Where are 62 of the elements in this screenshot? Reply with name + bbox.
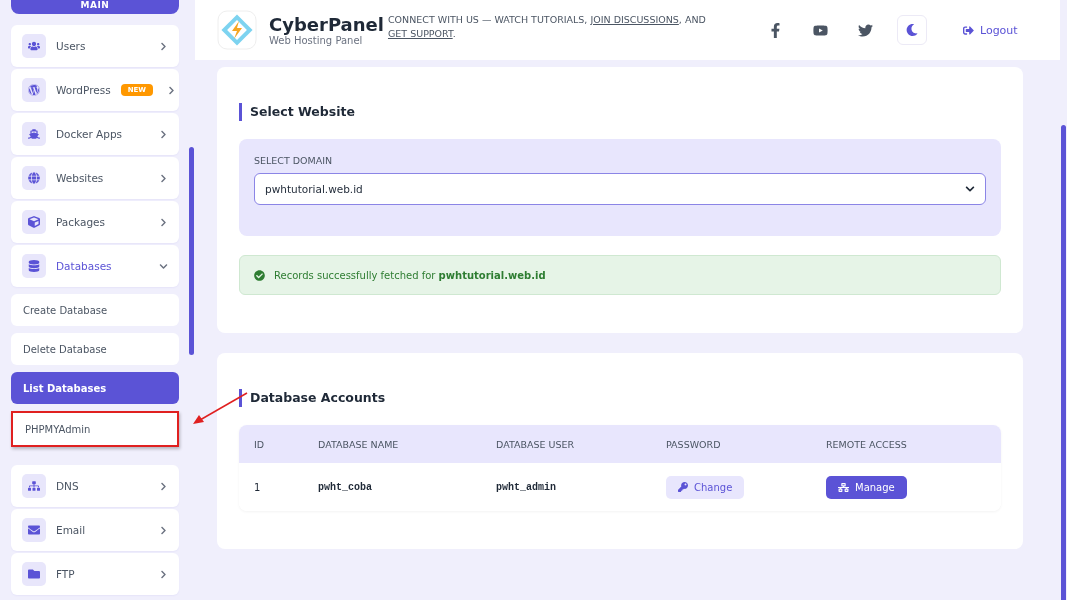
sitemap-icon bbox=[22, 474, 46, 498]
chevron-right-icon bbox=[159, 129, 168, 139]
database-icon bbox=[22, 254, 46, 278]
submenu-item[interactable]: PHPMYAdmin bbox=[11, 411, 179, 447]
submenu-item[interactable]: Create Database bbox=[11, 294, 179, 326]
column-header: REMOTE ACCESS bbox=[826, 438, 908, 450]
sidebar-item[interactable]: Users bbox=[11, 25, 179, 67]
ship-icon bbox=[22, 122, 46, 146]
submenu-item[interactable]: List Databases bbox=[11, 372, 179, 404]
sidebar-item[interactable]: Databases bbox=[11, 245, 179, 287]
annotation-arrow bbox=[190, 390, 250, 426]
column-header: ID bbox=[254, 438, 266, 450]
card-title: Select Website bbox=[239, 103, 1001, 121]
chevron-down-icon bbox=[965, 184, 975, 194]
sidebar-item[interactable]: Docker Apps bbox=[11, 113, 179, 155]
chevron-right-icon bbox=[159, 173, 168, 183]
chevron-right-icon bbox=[159, 217, 168, 227]
envelope-icon bbox=[22, 518, 46, 542]
key-icon bbox=[678, 482, 688, 492]
brand-tagline: Web Hosting Panel bbox=[269, 35, 364, 46]
logo-icon bbox=[217, 10, 257, 50]
header-message: CONNECT WITH US — WATCH TUTORIALS, JOIN DISCUSSIONS, AND GET SUPPORT. bbox=[387, 13, 707, 41]
submenu-item[interactable]: Delete Database bbox=[11, 333, 179, 365]
twitter-icon[interactable] bbox=[857, 22, 873, 38]
column-header: DATABASE USER bbox=[496, 438, 576, 450]
table-cell-text: pwht_admin bbox=[496, 481, 557, 493]
cube-icon bbox=[22, 210, 46, 234]
card-title: Database Accounts bbox=[239, 389, 1001, 407]
column-header: DATABASE NAME bbox=[318, 438, 400, 450]
logout-button[interactable]: Logout bbox=[956, 22, 1024, 38]
moon-icon[interactable] bbox=[896, 15, 927, 45]
chevron-right-icon bbox=[159, 569, 168, 579]
change-button[interactable]: Change bbox=[666, 475, 745, 499]
alert-text: Records successfully fetched for pwhtutorial.web.id bbox=[274, 269, 546, 281]
logout-icon bbox=[962, 24, 974, 36]
chevron-right-icon bbox=[159, 481, 168, 491]
table-cell-text: pwht_coba bbox=[318, 481, 373, 493]
network-icon bbox=[838, 481, 849, 493]
sidebar-item[interactable]: Websites bbox=[11, 157, 179, 199]
folder-icon bbox=[22, 562, 46, 586]
message-link[interactable]: GET SUPPORT bbox=[387, 28, 453, 39]
section-header: MAIN bbox=[11, 0, 179, 14]
message-link[interactable]: JOIN DISCUSSIONS bbox=[590, 14, 679, 25]
domain-select[interactable]: pwhtutorial.web.id bbox=[254, 173, 986, 205]
brand-name: CyberPanel bbox=[269, 14, 384, 35]
sidebar-item[interactable]: Email bbox=[11, 509, 179, 551]
chevron-down-icon bbox=[159, 261, 168, 271]
chevron-right-icon bbox=[167, 85, 176, 95]
wordpress-icon bbox=[22, 78, 46, 102]
sidebar-item[interactable]: FTP bbox=[11, 553, 179, 595]
manage-button[interactable]: Manage bbox=[826, 475, 907, 499]
table-cell-text: 1 bbox=[254, 481, 262, 493]
scrollbar[interactable] bbox=[189, 147, 194, 355]
chevron-right-icon bbox=[159, 525, 168, 535]
users-icon bbox=[22, 34, 46, 58]
sidebar-item[interactable]: Packages bbox=[11, 201, 179, 243]
chevron-right-icon bbox=[159, 41, 168, 51]
globe-icon bbox=[22, 166, 46, 190]
column-header: PASSWORD bbox=[666, 438, 722, 450]
sidebar-item[interactable]: DNS bbox=[11, 465, 179, 507]
scrollbar[interactable] bbox=[1061, 125, 1066, 600]
field-label: SELECT DOMAIN bbox=[254, 155, 334, 166]
